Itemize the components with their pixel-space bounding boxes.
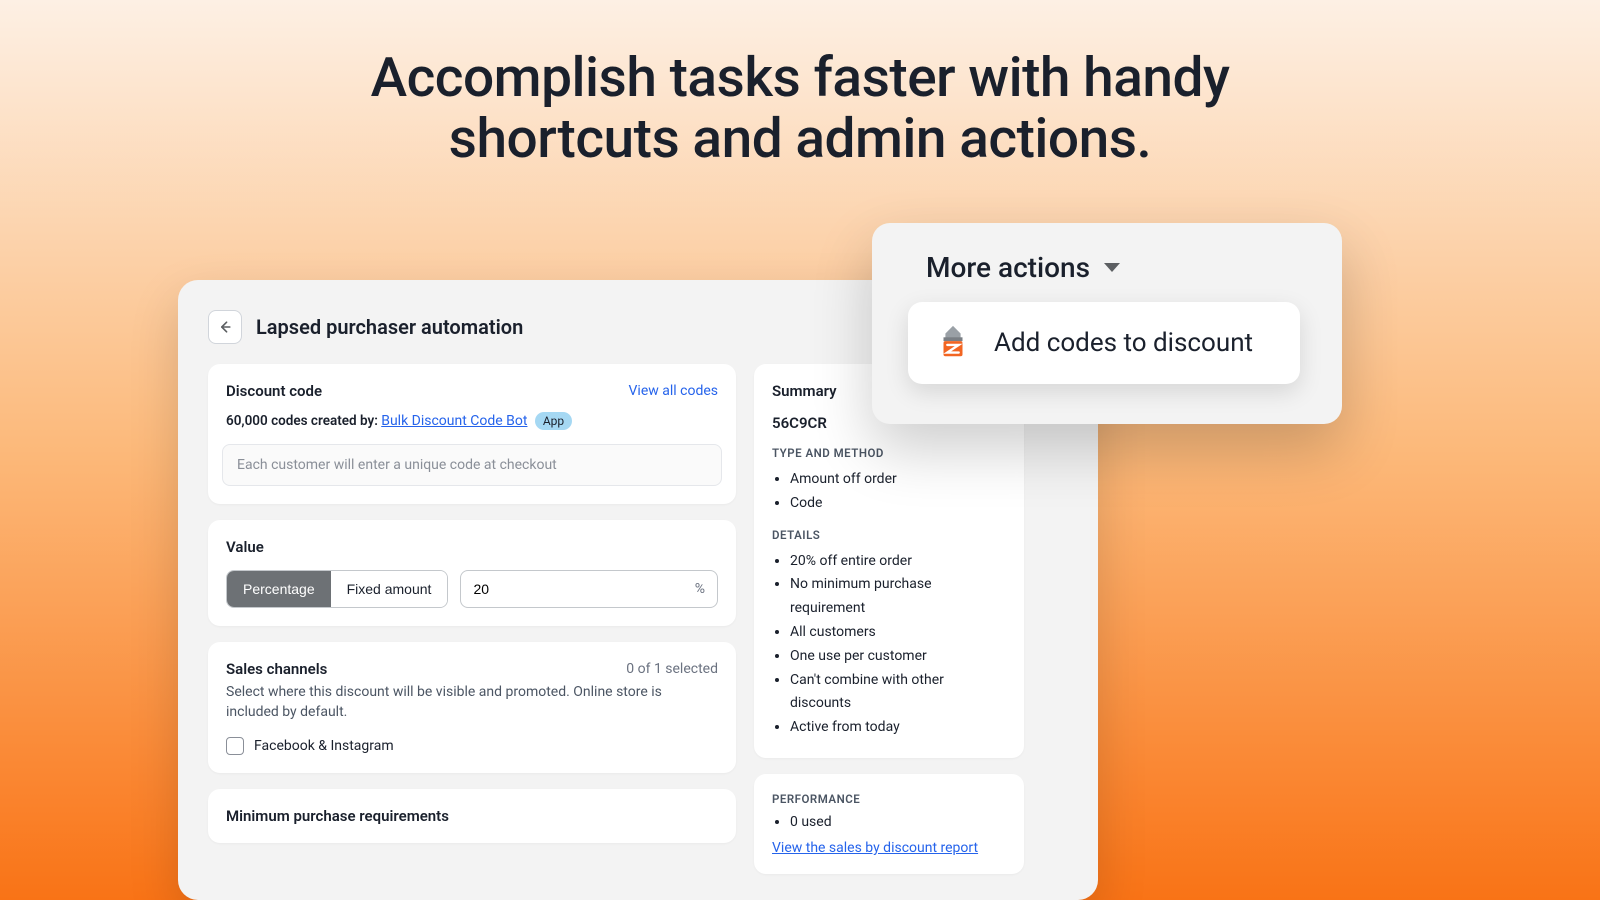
discount-code-card: Discount code View all codes 60,000 code… [208,364,736,504]
creator-link[interactable]: Bulk Discount Code Bot [381,413,527,429]
performance-label: PERFORMANCE [772,792,1006,806]
list-item: No minimum purchase requirement [790,573,1006,621]
list-item: Code [790,492,1006,516]
value-input-wrap: % [460,570,718,608]
list-item: 0 used [790,814,1006,830]
list-item: Amount off order [790,468,1006,492]
dropdown-menu: Add codes to discount [908,302,1300,384]
sales-channels-title: Sales channels [226,660,327,678]
view-all-codes-link[interactable]: View all codes [629,383,719,399]
more-actions-popover: More actions Add codes to discount [872,223,1342,424]
value-input[interactable] [473,571,694,607]
more-actions-label: More actions [926,251,1090,284]
app-badge: App [535,412,572,430]
list-item: All customers [790,621,1006,645]
min-purchase-title: Minimum purchase requirements [226,807,718,825]
page-title: Lapsed purchaser automation [256,315,523,339]
more-actions-button[interactable]: More actions [926,251,1300,284]
add-codes-item[interactable]: Add codes to discount [994,328,1253,358]
sales-channels-selected: 0 of 1 selected [626,661,718,677]
value-suffix: % [695,581,705,597]
sales-channels-desc: Select where this discount will be visib… [226,682,718,723]
value-title: Value [226,538,718,556]
hero-title: Accomplish tasks faster with handy short… [0,0,1600,169]
fixed-amount-button[interactable]: Fixed amount [331,571,448,607]
list-item: Can't combine with other discounts [790,669,1006,717]
value-type-segmented: Percentage Fixed amount [226,570,448,608]
back-button[interactable] [208,310,242,344]
sales-report-link[interactable]: View the sales by discount report [772,840,978,856]
discount-code-title: Discount code [226,382,322,400]
sales-channels-card: Sales channels 0 of 1 selected Select wh… [208,642,736,773]
list-item: Active from today [790,716,1006,740]
list-item: 20% off entire order [790,550,1006,574]
bot-icon [934,324,972,362]
discount-code-field: Each customer will enter a unique code a… [222,444,722,486]
type-method-label: TYPE AND METHOD [772,446,1006,460]
arrow-left-icon [217,319,233,335]
codes-created-by: 60,000 codes created by: Bulk Discount C… [226,412,718,430]
sales-channel-row: Facebook & Instagram [226,737,718,755]
min-purchase-card: Minimum purchase requirements [208,789,736,843]
list-item: One use per customer [790,645,1006,669]
percentage-button[interactable]: Percentage [227,571,331,607]
performance-card: PERFORMANCE 0 used View the sales by dis… [754,774,1024,874]
chevron-down-icon [1102,261,1122,275]
facebook-instagram-label: Facebook & Instagram [254,738,394,754]
facebook-instagram-checkbox[interactable] [226,737,244,755]
details-label: DETAILS [772,528,1006,542]
value-card: Value Percentage Fixed amount % [208,520,736,626]
